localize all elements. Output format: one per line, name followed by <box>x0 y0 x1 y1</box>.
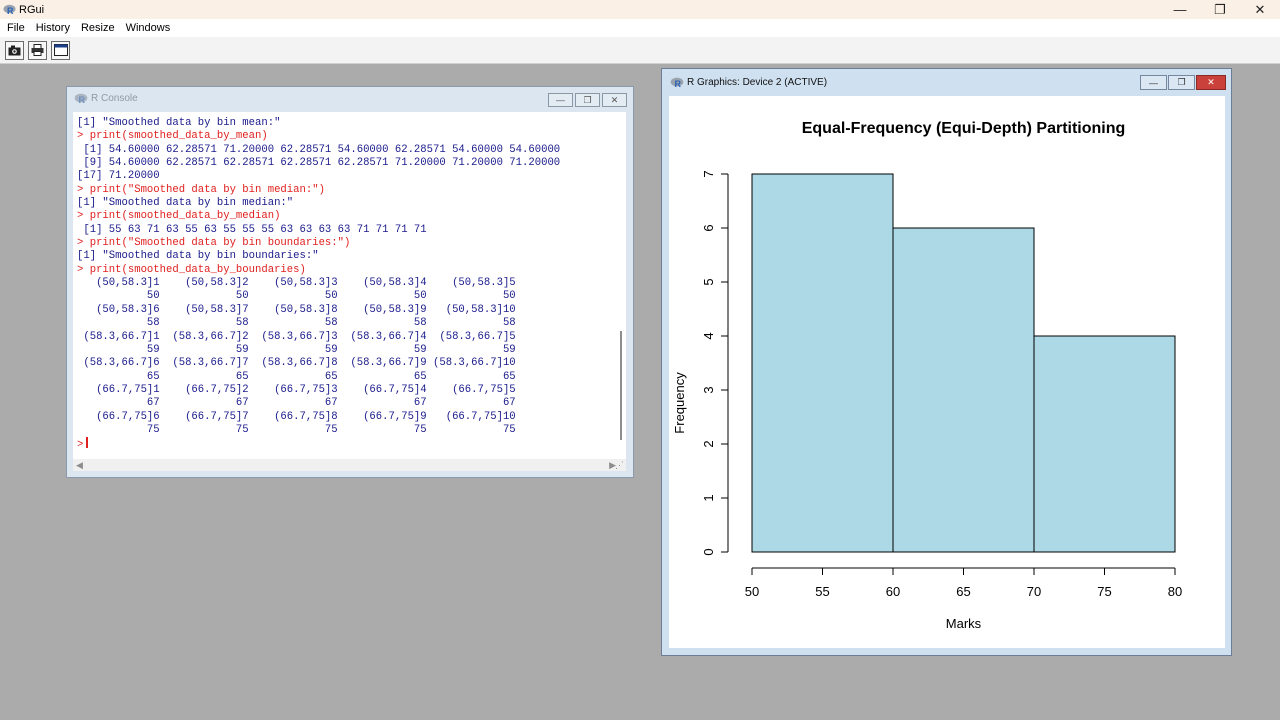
console-output-line: [9] 54.60000 62.28571 62.28571 62.28571 … <box>77 157 561 170</box>
svg-text:R: R <box>79 95 86 104</box>
y-tick-label: 6 <box>701 224 716 231</box>
minimize-button[interactable]: — <box>1160 0 1200 19</box>
console-output-line: [1] 54.60000 62.28571 71.20000 62.28571 … <box>77 143 561 156</box>
y-tick-label: 5 <box>701 278 716 285</box>
graphics-window-controls: — ❐ ✕ <box>1140 75 1226 90</box>
console-command-line: > print(smoothed_data_by_boundaries) <box>77 263 306 276</box>
graphics-maximize-button[interactable]: ❐ <box>1168 75 1195 90</box>
graphics-title: R Graphics: Device 2 (ACTIVE) <box>687 77 828 88</box>
close-button[interactable]: ✕ <box>1240 0 1280 19</box>
console-minimize-button[interactable]: — <box>548 93 573 107</box>
r-console-window: R R Console — ❐ ✕ [1] "Smoothed data by … <box>66 86 634 478</box>
graphics-minimize-button[interactable]: — <box>1140 75 1167 90</box>
svg-text:R: R <box>7 6 14 15</box>
x-tick-label: 75 <box>1097 584 1111 599</box>
console-prompt-line[interactable]: > <box>77 437 626 452</box>
console-window-controls: — ❐ ✕ <box>548 93 627 107</box>
r-graphics-window: R R Graphics: Device 2 (ACTIVE) — ❐ ✕ Eq… <box>661 68 1232 656</box>
console-maximize-button[interactable]: ❐ <box>575 93 600 107</box>
text-cursor <box>86 437 88 449</box>
x-tick-label: 70 <box>1027 584 1041 599</box>
resize-grip-icon[interactable]: ⋰ <box>615 460 624 471</box>
console-output-line: 65 65 65 65 65 <box>77 370 516 383</box>
console-output-line: (58.3,66.7]1 (58.3,66.7]2 (58.3,66.7]3 (… <box>77 330 516 343</box>
histogram-bar-2 <box>892 227 1035 553</box>
window-button[interactable] <box>51 40 70 60</box>
console-output-line: 50 50 50 50 50 <box>77 290 516 303</box>
console-output-line: [1] 55 63 71 63 55 63 55 55 55 63 63 63 … <box>77 223 427 236</box>
console-output-line: (50,58.3]6 (50,58.3]7 (50,58.3]8 (50,58.… <box>77 303 516 316</box>
console-output-line: [1] "Smoothed data by bin boundaries:" <box>77 250 319 263</box>
console-output-line: 59 59 59 59 59 <box>77 343 516 356</box>
menu-history[interactable]: History <box>32 22 74 34</box>
menu-resize[interactable]: Resize <box>77 22 119 34</box>
console-output-line: (58.3,66.7]6 (58.3,66.7]7 (58.3,66.7]8 (… <box>77 357 516 370</box>
svg-text:R: R <box>675 79 682 88</box>
r-logo-icon: R <box>670 77 684 88</box>
graphics-titlebar[interactable]: R R Graphics: Device 2 (ACTIVE) — ❐ ✕ <box>662 69 1231 96</box>
console-output-line: (50,58.3]1 (50,58.3]2 (50,58.3]3 (50,58.… <box>77 277 516 290</box>
y-tick-label: 3 <box>701 386 716 393</box>
x-tick-label: 65 <box>956 584 970 599</box>
y-tick-label: 7 <box>701 170 716 177</box>
toolbar <box>0 37 1280 64</box>
console-title: R Console <box>91 93 138 104</box>
y-tick-label: 4 <box>701 332 716 339</box>
r-logo-icon: R <box>3 4 16 15</box>
app-titlebar: R RGui — ❐ ✕ <box>0 0 1280 19</box>
console-output[interactable]: [1] "Smoothed data by bin mean:" > print(… <box>73 112 626 459</box>
camera-icon <box>8 45 21 55</box>
maximize-button[interactable]: ❐ <box>1200 0 1240 19</box>
y-tick-label: 0 <box>701 548 716 555</box>
histogram-chart: Equal-Frequency (Equi-Depth) Partitionin… <box>672 120 1182 631</box>
x-tick-label: 60 <box>886 584 900 599</box>
console-vertical-scrollbar[interactable] <box>616 112 626 459</box>
console-scroll-thumb[interactable] <box>620 331 622 440</box>
console-prompt: > <box>77 439 84 452</box>
console-command-line: > print("Smoothed data by bin boundaries… <box>77 237 351 250</box>
console-output-line: 58 58 58 58 58 <box>77 317 516 330</box>
x-tick-label: 50 <box>745 584 759 599</box>
y-tick-label: 2 <box>701 440 716 447</box>
console-command-line: > print("Smoothed data by bin median:") <box>77 183 325 196</box>
histogram-bar-1 <box>751 173 894 553</box>
menu-file[interactable]: File <box>3 22 29 34</box>
camera-button[interactable] <box>5 40 24 60</box>
y-tick-label: 1 <box>701 494 716 501</box>
console-output-line: 75 75 75 75 75 <box>77 423 516 436</box>
console-output-line: (66.7,75]1 (66.7,75]2 (66.7,75]3 (66.7,7… <box>77 383 516 396</box>
x-axis-label: Marks <box>946 616 982 631</box>
graphics-close-button[interactable]: ✕ <box>1196 75 1226 90</box>
console-output-line: [17] 71.20000 <box>77 170 160 183</box>
window-controls: — ❐ ✕ <box>1160 0 1280 19</box>
console-horizontal-scrollbar[interactable]: ◀ ▶ ⋰ <box>73 459 626 471</box>
histogram-bar-3 <box>1033 335 1176 553</box>
console-output-line: 67 67 67 67 67 <box>77 397 516 410</box>
console-output-line: [1] "Smoothed data by bin mean:" <box>77 117 281 129</box>
console-command-line: > print(smoothed_data_by_median) <box>77 210 281 223</box>
r-logo-icon: R <box>74 93 88 104</box>
console-output-line: (66.7,75]6 (66.7,75]7 (66.7,75]8 (66.7,7… <box>77 410 516 423</box>
x-tick-label: 55 <box>815 584 829 599</box>
print-button[interactable] <box>28 40 47 60</box>
console-titlebar[interactable]: R R Console — ❐ ✕ <box>67 87 633 110</box>
window-icon <box>53 44 68 56</box>
y-axis-label: Frequency <box>672 372 687 434</box>
x-tick-label: 80 <box>1168 584 1182 599</box>
chart-title: Equal-Frequency (Equi-Depth) Partitionin… <box>802 120 1126 137</box>
console-close-button[interactable]: ✕ <box>602 93 627 107</box>
menu-bar: File History Resize Windows <box>0 19 1280 37</box>
console-output-line: [1] "Smoothed data by bin median:" <box>77 197 294 210</box>
console-command-line: > print(smoothed_data_by_mean) <box>77 130 268 143</box>
plot-canvas: Equal-Frequency (Equi-Depth) Partitionin… <box>669 96 1225 648</box>
app-title: RGui <box>19 3 45 16</box>
printer-icon <box>31 44 44 56</box>
menu-windows[interactable]: Windows <box>122 22 175 34</box>
scroll-left-icon[interactable]: ◀ <box>76 460 83 471</box>
